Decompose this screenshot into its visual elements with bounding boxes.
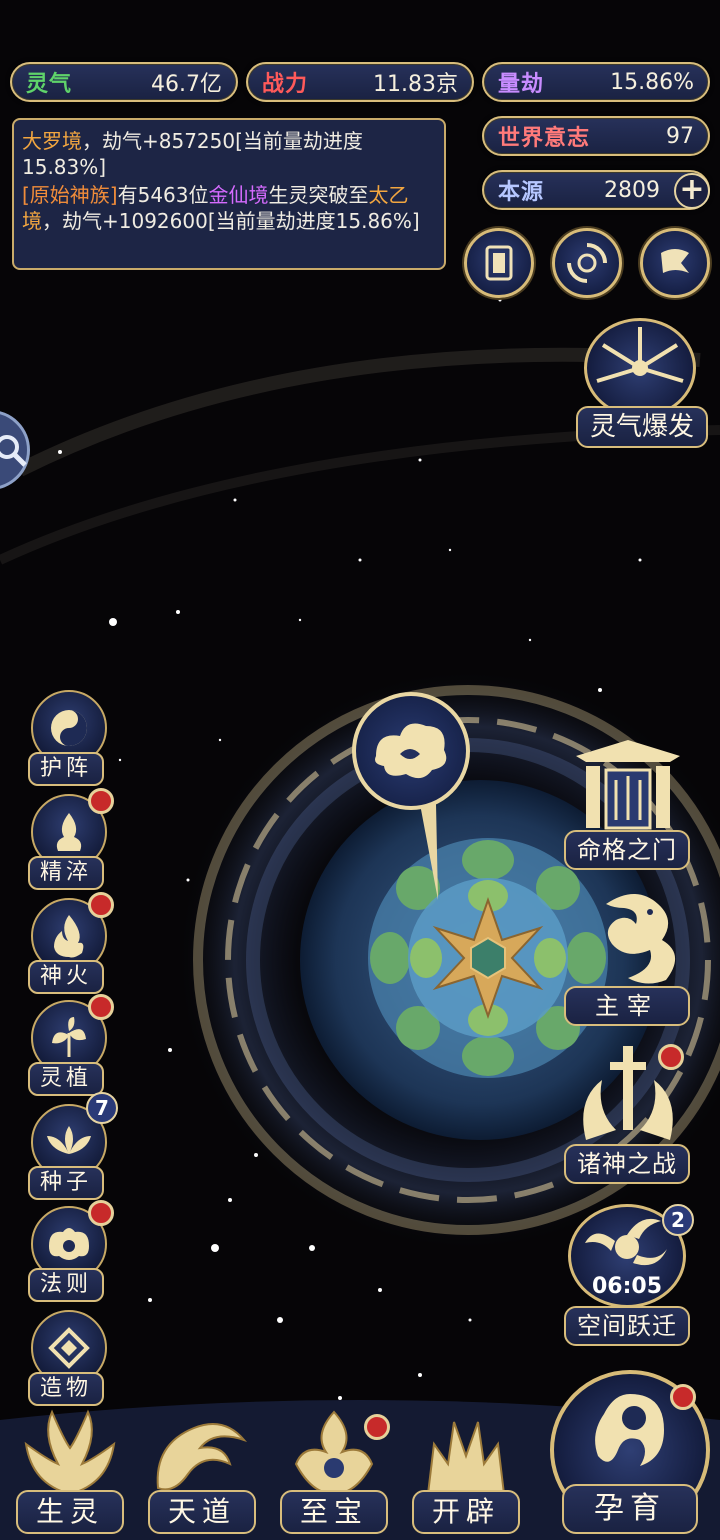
benyuan-value: 2809 <box>604 177 660 203</box>
menu-label: 灵植 <box>28 1062 104 1096</box>
lingqi-label: 灵气 <box>26 72 73 97</box>
log-realm: 金仙境 <box>208 183 269 207</box>
world-will-label: 世界意志 <box>498 126 591 151</box>
nav-tian-dao[interactable]: 天道 <box>144 1404 260 1534</box>
log-realm: 大罗境 <box>22 129 82 153</box>
world-will-stat[interactable]: 世界意志 97 <box>482 116 710 156</box>
lingqi-stat[interactable]: 灵气 46.7亿 <box>10 62 238 102</box>
log-tribe: [原始神族] <box>22 183 118 207</box>
menu-label: 主宰 <box>564 986 690 1026</box>
menu-hu-zhen[interactable]: 护阵 <box>24 690 114 790</box>
jump-timer: 06:05 <box>591 1274 663 1299</box>
dragon-icon <box>606 894 676 984</box>
swirl-icon[interactable] <box>552 228 622 298</box>
liangjie-label: 量劫 <box>498 72 545 97</box>
log-line: 大罗境，劫气+857250[当前量劫进度15.83%] <box>22 128 436 180</box>
menu-label: 护阵 <box>28 752 104 786</box>
liangjie-value: 15.86% <box>610 69 694 95</box>
menu-zhong-zi[interactable]: 种子 7 <box>24 1092 118 1204</box>
wave-icon <box>156 1423 248 1491</box>
menu-label: 法则 <box>28 1268 104 1302</box>
log-text: 有5463位 <box>117 183 209 207</box>
menu-fa-ze[interactable]: 法则 <box>24 1200 114 1306</box>
flame-crown-icon <box>426 1421 506 1495</box>
event-log: 大罗境，劫气+857250[当前量劫进度15.83%] [原始神族]有5463位… <box>12 118 446 270</box>
world-will-value: 97 <box>666 123 694 149</box>
menu-kong-jian-yue-qian[interactable]: 06:05 空间跃迁 2 <box>564 1200 694 1348</box>
nav-label: 开辟 <box>412 1490 520 1534</box>
red-dot-badge <box>88 1200 114 1226</box>
menu-label: 神火 <box>28 960 104 994</box>
zhanli-value: 11.83京 <box>373 72 458 97</box>
red-dot-badge <box>364 1414 390 1440</box>
seed-count-badge: 7 <box>86 1092 118 1124</box>
menu-label: 命格之门 <box>564 830 690 870</box>
nav-kai-pi[interactable]: 开辟 <box>408 1404 524 1534</box>
log-text: ，劫气+1092600[当前量劫进度15.86%] <box>42 209 420 233</box>
red-dot-badge <box>88 788 114 814</box>
jump-count-badge: 2 <box>662 1204 694 1236</box>
benyuan-label: 本源 <box>498 180 545 205</box>
menu-zao-wu[interactable]: 造物 <box>24 1310 114 1410</box>
red-dot-badge <box>88 892 114 918</box>
phoenix-icon <box>24 1409 116 1496</box>
nav-label: 至宝 <box>280 1490 388 1534</box>
menu-jing-cui[interactable]: 精淬 <box>24 788 114 894</box>
log-text: 生灵突破至 <box>268 183 369 207</box>
nav-label: 孕育 <box>562 1484 698 1534</box>
plus-icon[interactable]: + <box>674 173 710 209</box>
zhanli-stat[interactable]: 战力 11.83京 <box>246 62 474 102</box>
liangjie-stat[interactable]: 量劫 15.86% <box>482 62 710 102</box>
menu-zhu-zai[interactable]: 主宰 <box>564 884 694 1026</box>
menu-ming-ge-zhi-men[interactable]: 命格之门 <box>564 736 694 870</box>
cloud-sign-icon[interactable] <box>352 692 470 810</box>
menu-ling-zhi[interactable]: 灵植 <box>24 994 114 1100</box>
nav-sheng-ling[interactable]: 生灵 <box>12 1404 128 1534</box>
nav-zhi-bao[interactable]: 至宝 <box>276 1404 392 1534</box>
nav-label: 生灵 <box>16 1490 124 1534</box>
menu-shen-huo[interactable]: 神火 <box>24 892 114 998</box>
card-icon[interactable] <box>464 228 534 298</box>
menu-label: 造物 <box>28 1372 104 1406</box>
gate-icon <box>576 740 680 830</box>
red-dot-badge <box>670 1384 696 1410</box>
menu-zhu-shen-zhi-zhan[interactable]: 诸神之战 <box>564 1040 694 1184</box>
red-dot-badge <box>658 1044 684 1070</box>
menu-label: 诸神之战 <box>564 1144 690 1184</box>
flag-icon[interactable] <box>640 228 710 298</box>
burst-button[interactable]: 灵气爆发 <box>576 318 710 448</box>
burst-label: 灵气爆发 <box>576 406 708 448</box>
benyuan-stat[interactable]: 本源 2809 + <box>482 170 710 210</box>
zhanli-label: 战力 <box>262 72 309 97</box>
menu-label: 种子 <box>28 1166 104 1200</box>
log-line: [原始神族]有5463位金仙境生灵突破至太乙境，劫气+1092600[当前量劫进… <box>22 182 436 234</box>
menu-label: 空间跃迁 <box>564 1306 690 1346</box>
nav-yun-yu[interactable]: 孕育 <box>546 1370 714 1538</box>
burst-icon <box>584 318 696 418</box>
lingqi-value: 46.7亿 <box>151 72 222 97</box>
nav-label: 天道 <box>148 1490 256 1534</box>
red-dot-badge <box>88 994 114 1020</box>
menu-label: 精淬 <box>28 856 104 890</box>
